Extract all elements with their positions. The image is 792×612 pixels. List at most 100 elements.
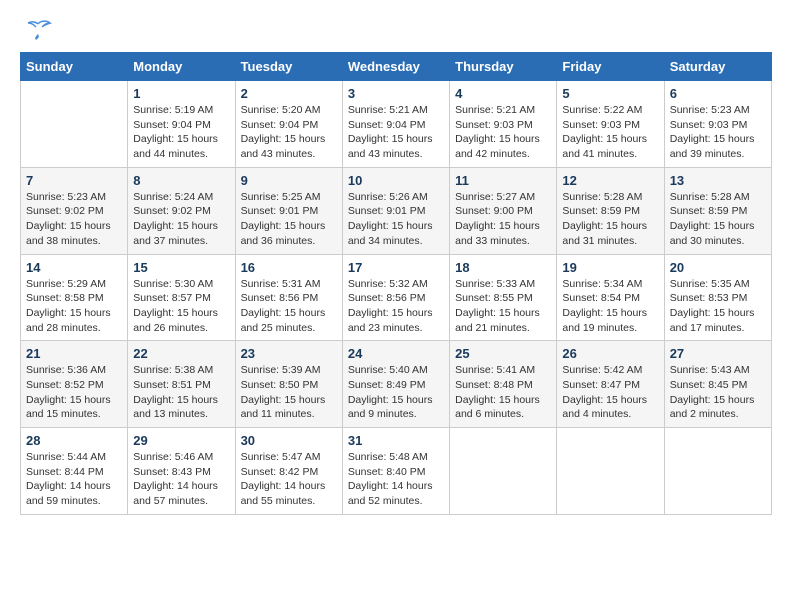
day-number: 29 — [133, 433, 229, 448]
day-info: Sunrise: 5:29 AM Sunset: 8:58 PM Dayligh… — [26, 277, 122, 336]
day-number: 18 — [455, 260, 551, 275]
day-cell: 18Sunrise: 5:33 AM Sunset: 8:55 PM Dayli… — [450, 254, 557, 341]
day-cell: 10 Sunrise: 5:26 AM Sunset: 9:01 PM Dayli… — [342, 167, 449, 254]
day-cell: 25 Sunrise: 5:41 AM Sunset: 8:48 PM Dayli… — [450, 341, 557, 428]
day-cell: 7 Sunrise: 5:23 AM Sunset: 9:02 PM Daylig… — [21, 167, 128, 254]
day-cell: 2 Sunrise: 5:20 AM Sunset: 9:04 PM Daylig… — [235, 81, 342, 168]
day-cell: 28 Sunrise: 5:44 AM Sunset: 8:44 PM Dayli… — [21, 428, 128, 515]
page-header — [20, 20, 772, 42]
day-number: 20 — [670, 260, 766, 275]
day-info: Sunrise: 5:22 AM Sunset: 9:03 PM Dayligh… — [562, 103, 658, 162]
day-cell: 27 Sunrise: 5:43 AM Sunset: 8:45 PM Dayli… — [664, 341, 771, 428]
calendar-header-row: SundayMondayTuesdayWednesdayThursdayFrid… — [21, 53, 772, 81]
day-cell: 14 Sunrise: 5:29 AM Sunset: 8:58 PM Dayli… — [21, 254, 128, 341]
day-number: 16 — [241, 260, 337, 275]
day-info: Sunrise: 5:35 AM Sunset: 8:53 PM Dayligh… — [670, 277, 766, 336]
day-number: 9 — [241, 173, 337, 188]
day-cell — [450, 428, 557, 515]
day-cell: 29 Sunrise: 5:46 AM Sunset: 8:43 PM Dayli… — [128, 428, 235, 515]
header-tuesday: Tuesday — [235, 53, 342, 81]
day-info: Sunrise: 5:26 AM Sunset: 9:01 PM Dayligh… — [348, 190, 444, 249]
header-saturday: Saturday — [664, 53, 771, 81]
day-number: 7 — [26, 173, 122, 188]
header-sunday: Sunday — [21, 53, 128, 81]
day-number: 26 — [562, 346, 658, 361]
day-info: Sunrise: 5:46 AM Sunset: 8:43 PM Dayligh… — [133, 450, 229, 509]
day-info: Sunrise: 5:34 AM Sunset: 8:54 PM Dayligh… — [562, 277, 658, 336]
day-info: Sunrise: 5:19 AM Sunset: 9:04 PM Dayligh… — [133, 103, 229, 162]
week-row-1: 1 Sunrise: 5:19 AM Sunset: 9:04 PM Daylig… — [21, 81, 772, 168]
day-cell: 1 Sunrise: 5:19 AM Sunset: 9:04 PM Daylig… — [128, 81, 235, 168]
day-cell: 6Sunrise: 5:23 AM Sunset: 9:03 PM Daylig… — [664, 81, 771, 168]
day-cell: 15Sunrise: 5:30 AM Sunset: 8:57 PM Dayli… — [128, 254, 235, 341]
day-info: Sunrise: 5:21 AM Sunset: 9:04 PM Dayligh… — [348, 103, 444, 162]
day-number: 1 — [133, 86, 229, 101]
day-number: 3 — [348, 86, 444, 101]
day-info: Sunrise: 5:27 AM Sunset: 9:00 PM Dayligh… — [455, 190, 551, 249]
logo-bird-icon — [24, 20, 52, 42]
day-cell: 24 Sunrise: 5:40 AM Sunset: 8:49 PM Dayli… — [342, 341, 449, 428]
day-number: 23 — [241, 346, 337, 361]
day-cell — [664, 428, 771, 515]
day-cell: 5 Sunrise: 5:22 AM Sunset: 9:03 PM Daylig… — [557, 81, 664, 168]
day-number: 12 — [562, 173, 658, 188]
day-number: 31 — [348, 433, 444, 448]
day-cell: 23 Sunrise: 5:39 AM Sunset: 8:50 PM Dayli… — [235, 341, 342, 428]
day-info: Sunrise: 5:42 AM Sunset: 8:47 PM Dayligh… — [562, 363, 658, 422]
day-cell: 4Sunrise: 5:21 AM Sunset: 9:03 PM Daylig… — [450, 81, 557, 168]
day-cell: 13Sunrise: 5:28 AM Sunset: 8:59 PM Dayli… — [664, 167, 771, 254]
day-info: Sunrise: 5:36 AM Sunset: 8:52 PM Dayligh… — [26, 363, 122, 422]
day-cell: 8 Sunrise: 5:24 AM Sunset: 9:02 PM Daylig… — [128, 167, 235, 254]
day-number: 21 — [26, 346, 122, 361]
day-info: Sunrise: 5:25 AM Sunset: 9:01 PM Dayligh… — [241, 190, 337, 249]
day-number: 2 — [241, 86, 337, 101]
day-number: 28 — [26, 433, 122, 448]
day-cell: 16Sunrise: 5:31 AM Sunset: 8:56 PM Dayli… — [235, 254, 342, 341]
day-info: Sunrise: 5:20 AM Sunset: 9:04 PM Dayligh… — [241, 103, 337, 162]
day-info: Sunrise: 5:38 AM Sunset: 8:51 PM Dayligh… — [133, 363, 229, 422]
day-number: 24 — [348, 346, 444, 361]
day-info: Sunrise: 5:28 AM Sunset: 8:59 PM Dayligh… — [562, 190, 658, 249]
day-number: 22 — [133, 346, 229, 361]
day-info: Sunrise: 5:43 AM Sunset: 8:45 PM Dayligh… — [670, 363, 766, 422]
day-cell: 12 Sunrise: 5:28 AM Sunset: 8:59 PM Dayli… — [557, 167, 664, 254]
day-number: 17 — [348, 260, 444, 275]
week-row-3: 14 Sunrise: 5:29 AM Sunset: 8:58 PM Dayli… — [21, 254, 772, 341]
day-cell: 22 Sunrise: 5:38 AM Sunset: 8:51 PM Dayli… — [128, 341, 235, 428]
day-info: Sunrise: 5:39 AM Sunset: 8:50 PM Dayligh… — [241, 363, 337, 422]
day-info: Sunrise: 5:48 AM Sunset: 8:40 PM Dayligh… — [348, 450, 444, 509]
day-info: Sunrise: 5:24 AM Sunset: 9:02 PM Dayligh… — [133, 190, 229, 249]
day-cell: 30 Sunrise: 5:47 AM Sunset: 8:42 PM Dayli… — [235, 428, 342, 515]
day-number: 27 — [670, 346, 766, 361]
day-info: Sunrise: 5:41 AM Sunset: 8:48 PM Dayligh… — [455, 363, 551, 422]
day-info: Sunrise: 5:32 AM Sunset: 8:56 PM Dayligh… — [348, 277, 444, 336]
header-wednesday: Wednesday — [342, 53, 449, 81]
day-info: Sunrise: 5:23 AM Sunset: 9:03 PM Dayligh… — [670, 103, 766, 162]
day-info: Sunrise: 5:47 AM Sunset: 8:42 PM Dayligh… — [241, 450, 337, 509]
day-number: 25 — [455, 346, 551, 361]
day-info: Sunrise: 5:30 AM Sunset: 8:57 PM Dayligh… — [133, 277, 229, 336]
day-cell: 31 Sunrise: 5:48 AM Sunset: 8:40 PM Dayli… — [342, 428, 449, 515]
day-number: 8 — [133, 173, 229, 188]
day-cell: 26 Sunrise: 5:42 AM Sunset: 8:47 PM Dayli… — [557, 341, 664, 428]
day-info: Sunrise: 5:40 AM Sunset: 8:49 PM Dayligh… — [348, 363, 444, 422]
day-number: 14 — [26, 260, 122, 275]
day-cell — [557, 428, 664, 515]
day-number: 5 — [562, 86, 658, 101]
day-info: Sunrise: 5:23 AM Sunset: 9:02 PM Dayligh… — [26, 190, 122, 249]
day-number: 11 — [455, 173, 551, 188]
day-cell: 19Sunrise: 5:34 AM Sunset: 8:54 PM Dayli… — [557, 254, 664, 341]
day-cell: 17 Sunrise: 5:32 AM Sunset: 8:56 PM Dayli… — [342, 254, 449, 341]
calendar-table: SundayMondayTuesdayWednesdayThursdayFrid… — [20, 52, 772, 515]
header-monday: Monday — [128, 53, 235, 81]
day-cell: 11 Sunrise: 5:27 AM Sunset: 9:00 PM Dayli… — [450, 167, 557, 254]
day-number: 10 — [348, 173, 444, 188]
day-number: 30 — [241, 433, 337, 448]
day-cell: 20 Sunrise: 5:35 AM Sunset: 8:53 PM Dayli… — [664, 254, 771, 341]
header-friday: Friday — [557, 53, 664, 81]
day-cell: 3 Sunrise: 5:21 AM Sunset: 9:04 PM Daylig… — [342, 81, 449, 168]
day-number: 4 — [455, 86, 551, 101]
week-row-5: 28 Sunrise: 5:44 AM Sunset: 8:44 PM Dayli… — [21, 428, 772, 515]
day-info: Sunrise: 5:28 AM Sunset: 8:59 PM Dayligh… — [670, 190, 766, 249]
day-info: Sunrise: 5:44 AM Sunset: 8:44 PM Dayligh… — [26, 450, 122, 509]
